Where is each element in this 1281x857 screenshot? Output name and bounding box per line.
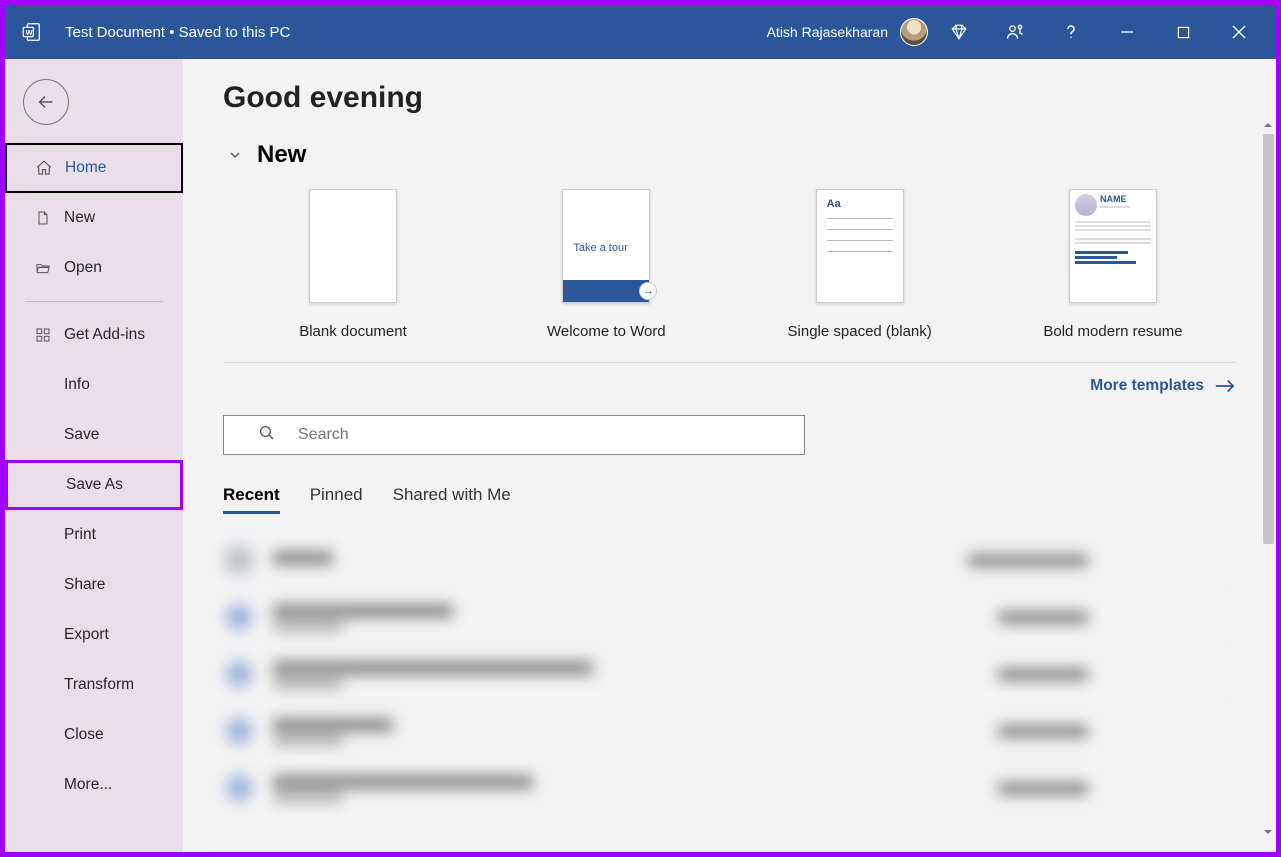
sidebar-item-label: Print xyxy=(64,526,96,544)
sidebar-item-open[interactable]: Open xyxy=(5,243,183,293)
scroll-down-arrow-icon[interactable] xyxy=(1262,826,1274,838)
sidebar-item-label: Close xyxy=(64,726,104,744)
template-thumb-resume: NAME xyxy=(1069,189,1157,303)
tab-recent[interactable]: Recent xyxy=(223,485,280,514)
premium-diamond-icon[interactable] xyxy=(934,5,984,59)
more-templates-link[interactable]: More templates xyxy=(1090,377,1236,395)
more-templates-label: More templates xyxy=(1090,377,1204,395)
greeting: Good evening xyxy=(223,81,1236,115)
arrow-right-icon: → xyxy=(639,282,657,300)
account-manager-icon[interactable] xyxy=(990,5,1040,59)
username[interactable]: Atish Rajasekharan xyxy=(767,24,888,40)
sidebar-item-export[interactable]: Export xyxy=(5,610,183,660)
list-item[interactable] xyxy=(223,646,1236,703)
section-new-title: New xyxy=(257,141,306,169)
sidebar-item-label: Save xyxy=(64,426,99,444)
titlebar: W Test Document • Saved to this PC Atish… xyxy=(5,5,1276,59)
sidebar-item-share[interactable]: Share xyxy=(5,560,183,610)
sidebar-item-label: Share xyxy=(64,576,105,594)
sidebar-item-label: Export xyxy=(64,626,109,644)
backstage-sidebar: Home New Open Get Add-ins Info Save Save… xyxy=(5,59,183,852)
list-item[interactable] xyxy=(223,589,1236,646)
minimize-button[interactable] xyxy=(1102,5,1152,59)
back-button[interactable] xyxy=(23,79,69,125)
document-icon xyxy=(30,209,56,227)
addins-grid-icon xyxy=(30,327,56,343)
maximize-button[interactable] xyxy=(1158,5,1208,59)
sidebar-item-save[interactable]: Save xyxy=(5,410,183,460)
sidebar-item-label: Info xyxy=(64,376,90,394)
sidebar-item-label: More... xyxy=(64,776,112,794)
tour-text: Take a tour xyxy=(573,242,627,254)
home-icon xyxy=(31,159,57,177)
sidebar-item-save-as[interactable]: Save As xyxy=(5,460,183,510)
sidebar-item-label: Open xyxy=(64,259,102,277)
list-item[interactable] xyxy=(223,703,1236,760)
template-label: Single spaced (blank) xyxy=(788,323,932,340)
recent-file-list xyxy=(223,532,1236,817)
folder-open-icon xyxy=(30,260,56,276)
aa-text: Aa xyxy=(827,198,893,210)
list-header-row xyxy=(223,532,1236,589)
sidebar-item-new[interactable]: New xyxy=(5,193,183,243)
tab-shared-with-me[interactable]: Shared with Me xyxy=(393,485,511,514)
svg-text:W: W xyxy=(26,28,33,37)
document-title: Test Document • Saved to this PC xyxy=(65,24,290,41)
search-box[interactable] xyxy=(223,415,805,455)
user-avatar[interactable] xyxy=(900,18,928,46)
search-icon xyxy=(258,424,276,447)
scroll-thumb[interactable] xyxy=(1263,134,1274,544)
template-label: Blank document xyxy=(299,323,407,340)
sidebar-item-info[interactable]: Info xyxy=(5,360,183,410)
sidebar-item-label: Home xyxy=(65,159,106,177)
template-thumb-tour: Take a tour → xyxy=(562,189,650,303)
sidebar-item-label: Transform xyxy=(64,676,134,694)
close-button[interactable] xyxy=(1214,5,1264,59)
sidebar-item-transform[interactable]: Transform xyxy=(5,660,183,710)
chevron-down-icon[interactable] xyxy=(223,143,247,167)
template-thumb-blank xyxy=(309,189,397,303)
sidebar-item-print[interactable]: Print xyxy=(5,510,183,560)
sidebar-separator xyxy=(25,301,163,302)
sidebar-item-label: Get Add-ins xyxy=(64,326,145,344)
search-input[interactable] xyxy=(298,426,788,444)
help-icon[interactable] xyxy=(1046,5,1096,59)
template-single-spaced[interactable]: Aa Single spaced (blank) xyxy=(760,189,960,340)
scroll-up-arrow-icon[interactable] xyxy=(1262,119,1274,131)
sidebar-item-label: Save As xyxy=(66,476,123,494)
template-thumb-single: Aa xyxy=(816,189,904,303)
template-bold-modern-resume[interactable]: NAME Bold modern resume xyxy=(1013,189,1213,340)
arrow-right-icon xyxy=(1214,378,1236,394)
sidebar-item-home[interactable]: Home xyxy=(5,143,183,193)
sidebar-item-close[interactable]: Close xyxy=(5,710,183,760)
sidebar-item-get-addins[interactable]: Get Add-ins xyxy=(5,310,183,360)
tab-pinned[interactable]: Pinned xyxy=(310,485,363,514)
template-blank-document[interactable]: Blank document xyxy=(253,189,453,340)
main-panel: Good evening New Blank document Ta xyxy=(183,59,1276,852)
vertical-scrollbar[interactable] xyxy=(1260,119,1276,838)
word-app-icon: W xyxy=(17,17,47,47)
sidebar-item-more[interactable]: More... xyxy=(5,760,183,810)
template-label: Welcome to Word xyxy=(547,323,666,340)
sidebar-item-label: New xyxy=(64,209,95,227)
template-label: Bold modern resume xyxy=(1043,323,1182,340)
list-item[interactable] xyxy=(223,760,1236,817)
template-welcome-to-word[interactable]: Take a tour → Welcome to Word xyxy=(506,189,706,340)
